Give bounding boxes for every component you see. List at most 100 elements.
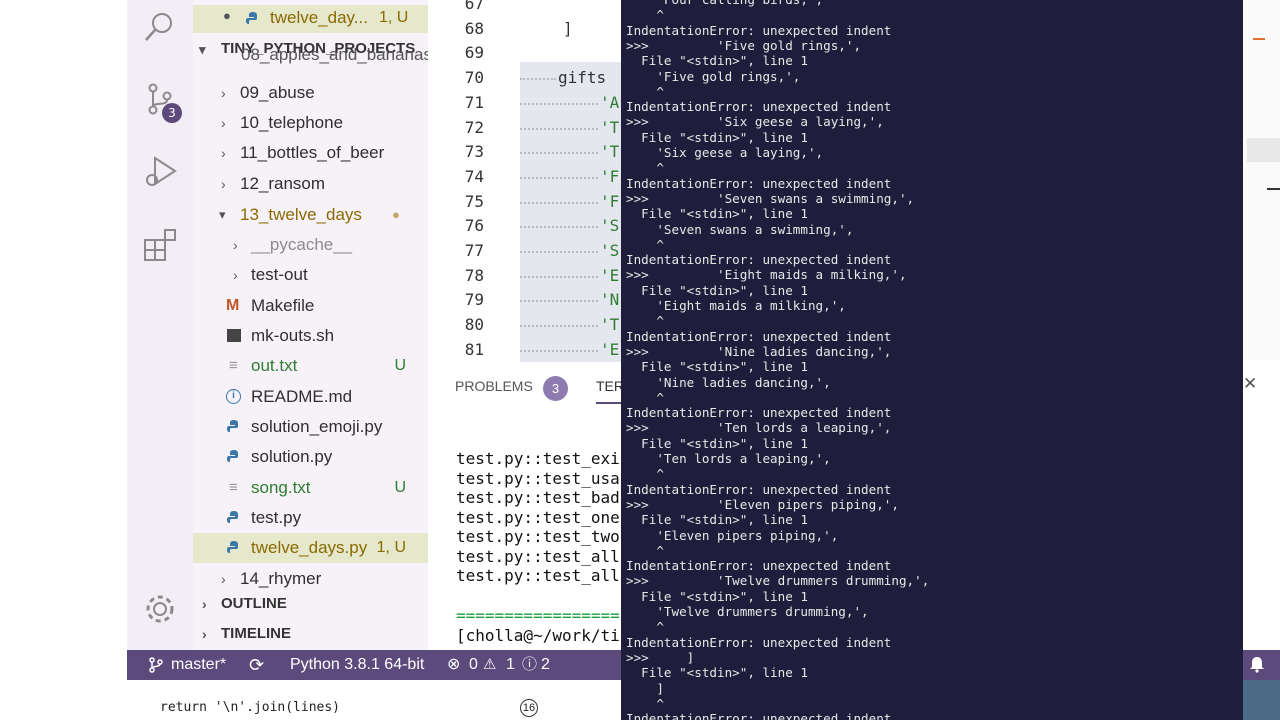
terminal-line: IndentationError: unexpected indent — [626, 328, 892, 344]
open-tab-filename: twelve_day... — [270, 8, 368, 27]
modified-dot-icon: ● — [392, 207, 400, 222]
tree-item-test-out[interactable]: › test-out — [193, 260, 428, 290]
indent-guide — [520, 325, 598, 328]
code-line: 'E — [600, 339, 620, 359]
terminal-line: 'Five gold rings,', — [626, 68, 801, 84]
terminal-window[interactable]: 'Four calling birds,', ^IndentationError… — [621, 0, 1243, 720]
sync-icon[interactable]: ⟳ — [249, 650, 264, 680]
text-file-icon: ≡ — [229, 479, 238, 496]
code-line: ] — [563, 18, 573, 38]
terminal-line: File "<stdin>", line 1 — [626, 512, 808, 528]
extensions-icon[interactable] — [141, 226, 179, 264]
terminal-line: ^ — [626, 7, 664, 23]
code-editor[interactable]: 67 68] 69 70 gifts 71 'A 72 'T 73 'T 74 'F 75 'F 76 'S 77… — [428, 0, 621, 362]
chevron-down-icon: ▾ — [219, 207, 226, 222]
indent-guide — [520, 275, 598, 278]
search-icon[interactable] — [141, 8, 179, 46]
active-tab-underline — [596, 402, 621, 404]
terminal-line: IndentationError: unexpected indent — [626, 99, 892, 115]
python-file-icon — [246, 12, 257, 24]
python-file-icon — [227, 450, 238, 462]
terminal-line: ^ — [626, 83, 664, 99]
error-icon: ⊗ — [447, 656, 461, 673]
line-number: 73 — [464, 142, 484, 162]
open-editor-tab[interactable]: ● twelve_day... 1, U — [193, 5, 428, 33]
code-line: 'N — [600, 290, 620, 310]
terminal-output-line: test.py::test_two — [456, 527, 620, 546]
tree-item-test-py[interactable]: test.py — [193, 503, 428, 533]
terminal-line: File "<stdin>", line 1 — [626, 435, 808, 451]
terminal-line: ^ — [626, 542, 664, 558]
code-line: 'F — [600, 191, 620, 211]
tree-item-makefile[interactable]: M Makefile — [193, 291, 428, 321]
chevron-right-icon: › — [221, 176, 226, 192]
terminal-line: >>> 'Seven swans a swimming,', — [626, 190, 915, 206]
tree-item-song-txt[interactable]: ≡ song.txt U — [193, 473, 428, 503]
tree-item-pycache[interactable]: › __pycache__ — [193, 230, 428, 260]
indent-guide — [520, 201, 598, 204]
warning-count[interactable]: 1 — [506, 650, 515, 680]
terminal-line: 'Twelve drummers drumming,', — [626, 604, 869, 619]
code-line: 'S — [600, 216, 620, 236]
terminal-line: >>> 'Eleven pipers piping,', — [626, 496, 899, 512]
chevron-right-icon: › — [221, 115, 226, 131]
terminal-line: 'Eleven pipers piping,', — [626, 527, 839, 543]
indent-guide — [520, 152, 598, 155]
terminal-line: File "<stdin>", line 1 — [626, 588, 808, 604]
terminal-line: ] — [626, 680, 664, 696]
line-number: 70 — [464, 68, 484, 88]
python-interpreter[interactable]: Python 3.8.1 64-bit — [290, 650, 424, 680]
line-number: 72 — [464, 117, 484, 137]
info-count[interactable]: 2 — [541, 650, 550, 680]
terminal-line: 'Ten lords a leaping,', — [626, 451, 831, 466]
tree-item-11_bottles_of_beer[interactable]: › 11_bottles_of_beer — [193, 138, 428, 168]
chevron-right-icon: › — [221, 85, 226, 101]
makefile-icon: M — [226, 297, 240, 314]
terminal-line: >>> 'Twelve drummers drumming,', — [626, 573, 930, 589]
python-file-icon — [227, 420, 238, 432]
settings-gear-icon[interactable] — [141, 590, 179, 628]
problems-count-badge: 3 — [543, 376, 568, 401]
tree-item-13_twelve_days[interactable]: ▾ 13_twelve_days ● — [193, 200, 428, 230]
tree-item-out-txt[interactable]: ≡ out.txt U — [193, 351, 428, 381]
run-debug-icon[interactable] — [141, 152, 179, 190]
terminal-output-line: test.py::test_exi — [456, 449, 620, 468]
tree-item-twelve-days-py[interactable]: twelve_days.py 1, U — [193, 533, 428, 563]
info-icon: ⓘ — [522, 656, 538, 673]
tree-item-solution[interactable]: solution.py — [193, 442, 428, 472]
tree-item-mk-outs[interactable]: mk-outs.sh — [193, 321, 428, 351]
tree-item-09_abuse[interactable]: › 09_abuse — [193, 78, 428, 108]
terminal-line: IndentationError: unexpected indent — [626, 481, 892, 497]
indent-guide — [520, 127, 598, 130]
indent-guide — [520, 300, 598, 303]
close-icon[interactable]: ✕ — [1243, 374, 1257, 394]
error-count[interactable]: 0 — [469, 650, 478, 680]
tree-item-12_ransom[interactable]: › 12_ransom — [193, 169, 428, 199]
open-tab-status: 1, U — [379, 9, 409, 26]
timeline-header[interactable]: › TIMELINE — [193, 619, 428, 649]
terminal-output-line: ================= — [456, 606, 620, 625]
bell-icon[interactable] — [1249, 655, 1265, 673]
vscode-window: 3 ● twelve_day... 1, U ▾ TINY_PYTHON_PRO… — [127, 0, 621, 680]
chevron-right-icon: › — [233, 237, 238, 253]
terminal-line: >>> ] — [626, 649, 695, 665]
tree-item-solution-emoji[interactable]: solution_emoji.py — [193, 412, 428, 442]
tree-item-readme[interactable]: i README.md — [193, 382, 428, 412]
terminal-tab[interactable]: TER — [596, 378, 621, 394]
code-line: 'A — [600, 92, 620, 112]
terminal-line: IndentationError: unexpected indent — [626, 175, 892, 191]
terminal-line: File "<stdin>", line 1 — [626, 665, 808, 681]
terminal-output-line: test.py::test_usa — [456, 469, 620, 488]
code-line: gifts — [558, 68, 607, 88]
terminal-line: >>> 'Nine ladies dancing,', — [626, 343, 892, 359]
problems-tab[interactable]: PROBLEMS — [455, 378, 533, 394]
bottom-panel: PROBLEMS 3 TER test.py::test_exi test.py:… — [428, 362, 621, 650]
scm-badge: 3 — [162, 103, 182, 123]
tree-item-08_apples_and_bananas[interactable]: 08_apples_and_bananas — [193, 46, 428, 70]
terminal-line: ^ — [626, 160, 664, 176]
chevron-right-icon: › — [221, 145, 226, 161]
branch-label[interactable]: master* — [171, 650, 226, 680]
explorer-sidebar: ● twelve_day... 1, U ▾ TINY_PYTHON_PROJE… — [193, 0, 428, 650]
tree-item-10_telephone[interactable]: › 10_telephone — [193, 108, 428, 138]
outline-header[interactable]: › OUTLINE — [193, 589, 428, 619]
